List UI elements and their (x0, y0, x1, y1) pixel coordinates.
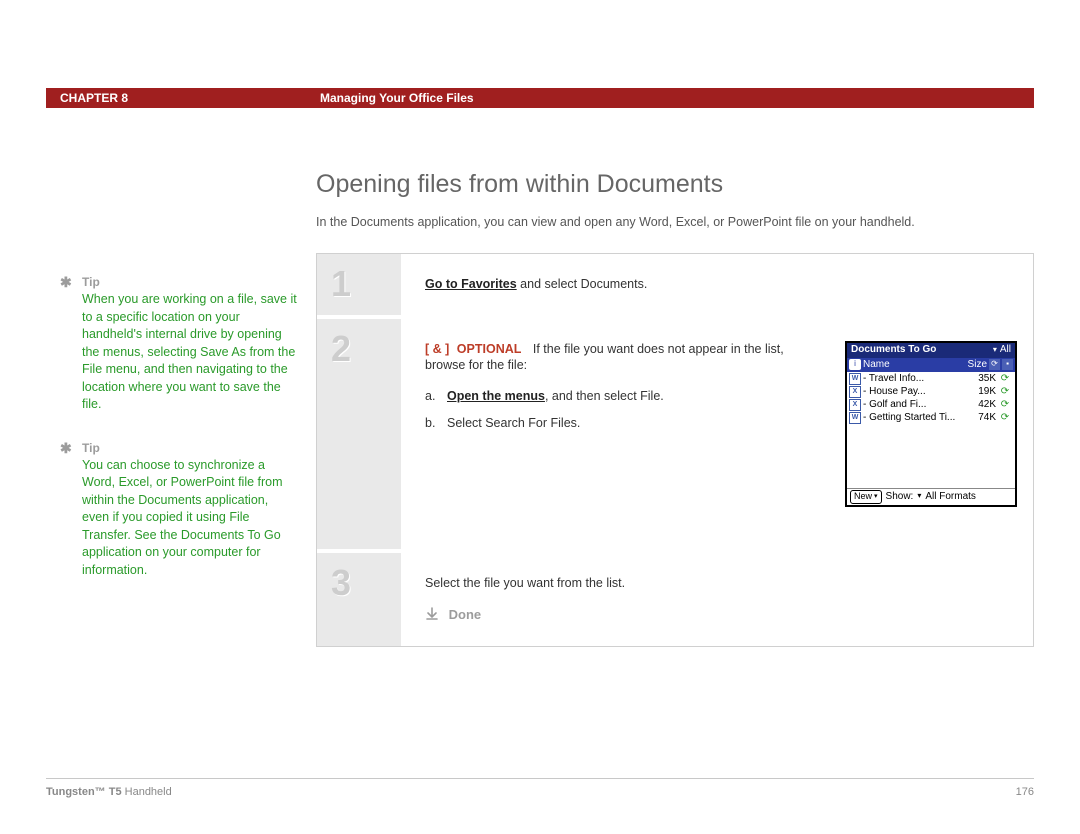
tip-body: You can choose to synchronize a Word, Ex… (60, 457, 298, 580)
step-row: 1 Go to Favorites and select Documents. (317, 254, 1033, 315)
step-row: 3 Select the file you want from the list… (317, 553, 1033, 646)
device-model: Tungsten™ T5 Handheld (46, 785, 172, 800)
palm-titlebar: Documents To Go ▾All (847, 343, 1015, 358)
chevron-down-icon: ▾ (874, 492, 878, 501)
step-number: 2 (331, 331, 401, 367)
sidebar: Tip When you are working on a file, save… (46, 174, 316, 647)
sync-icon: ⟳ (999, 411, 1011, 425)
sub-rest: , and then select File. (545, 389, 664, 403)
tip-block: Tip You can choose to synchronize a Word… (60, 440, 298, 580)
optional-label: OPTIONAL (457, 342, 522, 356)
palm-file-list: W - Travel Info... 35K ⟳ X - House Pay..… (847, 372, 1015, 488)
sub-step: a. Open the menus, and then select File. (425, 388, 827, 405)
step-number: 1 (331, 266, 401, 302)
steps-panel: 1 Go to Favorites and select Documents. … (316, 253, 1034, 647)
optional-line: [ & ] OPTIONAL If the file you want does… (425, 341, 827, 375)
doc-icon: W (849, 373, 861, 385)
chevron-down-icon: ▾ (917, 491, 921, 502)
col-name: Name (863, 358, 959, 372)
tip-block: Tip When you are working on a file, save… (60, 274, 298, 414)
step-number: 3 (331, 565, 401, 601)
page-number: 176 (1016, 785, 1034, 800)
chapter-label: CHAPTER 8 (46, 90, 320, 106)
done-arrow-icon (425, 607, 439, 626)
doc-icon: W (849, 412, 861, 424)
sub-label: a. (425, 388, 441, 405)
list-item[interactable]: X - House Pay... 19K ⟳ (849, 386, 1011, 399)
tip-body: When you are working on a file, save it … (60, 291, 298, 414)
palm-category-dropdown[interactable]: ▾All (993, 343, 1011, 357)
list-item[interactable]: W - Travel Info... 35K ⟳ (849, 373, 1011, 386)
card-col-icon: ▪ (1002, 359, 1013, 370)
page-title: Opening files from within Documents (316, 168, 1034, 202)
info-icon: i (849, 359, 861, 370)
done-label: Done (449, 607, 482, 622)
main-content: Opening files from within Documents In t… (316, 168, 1034, 647)
tip-label: Tip (60, 440, 298, 456)
tip-label: Tip (60, 274, 298, 290)
list-item[interactable]: W - Getting Started Ti... 74K ⟳ (849, 412, 1011, 425)
open-menus-link[interactable]: Open the menus (447, 389, 545, 403)
step-text: and select Documents. (517, 277, 648, 291)
col-size: Size (959, 358, 987, 372)
intro-text: In the Documents application, you can vi… (316, 214, 1034, 231)
show-label: Show: (886, 490, 914, 504)
chevron-down-icon: ▾ (993, 345, 997, 356)
palm-footer: New▾ Show: ▾ All Formats (847, 488, 1015, 505)
palm-screenshot: Documents To Go ▾All i Name Size ⟳ ▪ (845, 341, 1017, 507)
header-bar: CHAPTER 8 Managing Your Office Files (46, 88, 1034, 108)
new-button[interactable]: New▾ (850, 490, 882, 504)
done-marker: Done (425, 605, 1017, 624)
chapter-title: Managing Your Office Files (320, 90, 1034, 106)
sub-text: Select Search For Files. (447, 415, 580, 432)
list-item[interactable]: X - Golf and Fi... 42K ⟳ (849, 399, 1011, 412)
sync-icon: ⟳ (999, 398, 1011, 412)
show-dropdown[interactable]: All Formats (925, 490, 976, 504)
sync-icon: ⟳ (999, 372, 1011, 386)
optional-brackets: [ & ] (425, 342, 449, 356)
sync-col-icon: ⟳ (989, 359, 1000, 370)
doc-icon: X (849, 386, 861, 398)
palm-app-title: Documents To Go (851, 343, 936, 357)
sync-icon: ⟳ (999, 385, 1011, 399)
doc-icon: X (849, 399, 861, 411)
step-row: 2 [ & ] OPTIONAL If the file you want do… (317, 319, 1033, 549)
go-to-favorites-link[interactable]: Go to Favorites (425, 277, 517, 291)
step-text: Select the file you want from the list. (425, 575, 1017, 592)
sub-step: b. Select Search For Files. (425, 415, 827, 432)
sub-label: b. (425, 415, 441, 432)
page-footer: Tungsten™ T5 Handheld 176 (46, 778, 1034, 800)
palm-column-header: i Name Size ⟳ ▪ (847, 358, 1015, 372)
